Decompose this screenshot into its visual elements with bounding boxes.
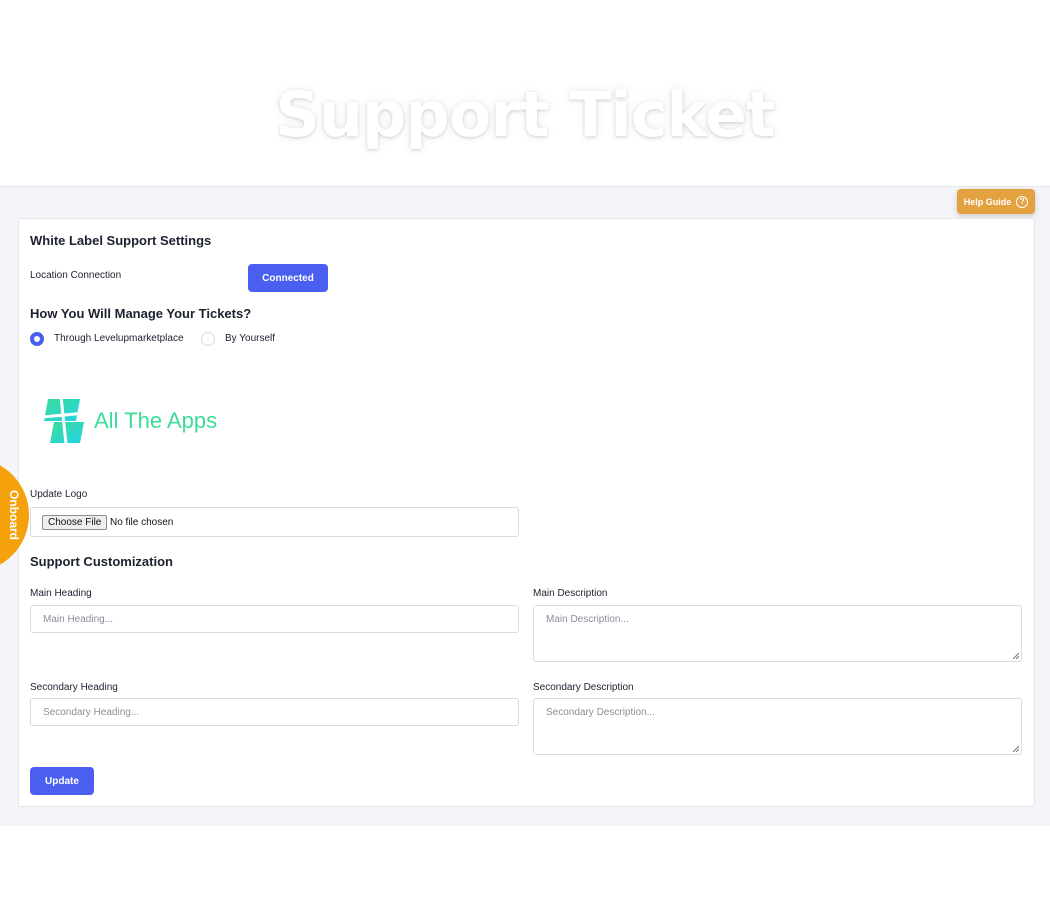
settings-title: White Label Support Settings — [30, 233, 212, 248]
secondary-description-label: Secondary Description — [533, 682, 634, 693]
settings-card: White Label Support Settings Location Co… — [18, 218, 1035, 807]
logo-text: All The Apps — [94, 408, 218, 433]
help-guide-button[interactable]: Help Guide ? — [957, 189, 1035, 214]
connected-button[interactable]: Connected — [248, 264, 328, 292]
secondary-description-placeholder: Secondary Description... — [546, 707, 655, 718]
radio-by-yourself[interactable] — [201, 332, 215, 346]
main-description-textarea[interactable]: Main Description... — [533, 605, 1022, 662]
file-status: No file chosen — [110, 517, 174, 528]
main-heading-label: Main Heading — [30, 588, 92, 599]
page-hero: Support Ticket — [0, 0, 1050, 186]
secondary-heading-placeholder: Secondary Heading... — [43, 707, 140, 718]
manage-tickets-title: How You Will Manage Your Tickets? — [30, 306, 252, 321]
support-customization-title: Support Customization — [30, 554, 173, 569]
resize-handle-icon[interactable] — [1012, 652, 1019, 659]
radio-levelupmarketplace[interactable] — [30, 332, 44, 346]
main-heading-placeholder: Main Heading... — [43, 614, 114, 625]
location-connection-label: Location Connection — [30, 270, 122, 281]
radio-levelupmarketplace-label: Through Levelupmarketplace — [54, 333, 184, 344]
resize-handle-icon[interactable] — [1012, 745, 1019, 752]
choose-file-button[interactable]: Choose File — [42, 515, 108, 530]
all-the-apps-logo-icon — [40, 395, 90, 445]
secondary-heading-label: Secondary Heading — [30, 682, 118, 693]
update-button[interactable]: Update — [30, 767, 94, 795]
main-description-placeholder: Main Description... — [546, 614, 629, 625]
secondary-description-textarea[interactable]: Secondary Description... — [533, 698, 1022, 755]
onboard-label: Onboard — [7, 490, 21, 540]
page-title: Support Ticket — [275, 78, 776, 151]
secondary-heading-input[interactable]: Secondary Heading... — [30, 698, 519, 726]
radio-by-yourself-label: By Yourself — [225, 333, 276, 344]
main-description-label: Main Description — [533, 588, 608, 599]
update-logo-label: Update Logo — [30, 489, 88, 500]
help-guide-label: Help Guide — [963, 196, 1012, 207]
help-icon: ? — [1016, 195, 1029, 208]
main-heading-input[interactable]: Main Heading... — [30, 605, 519, 633]
logo-file-input[interactable]: Choose File No file chosen — [30, 507, 519, 537]
